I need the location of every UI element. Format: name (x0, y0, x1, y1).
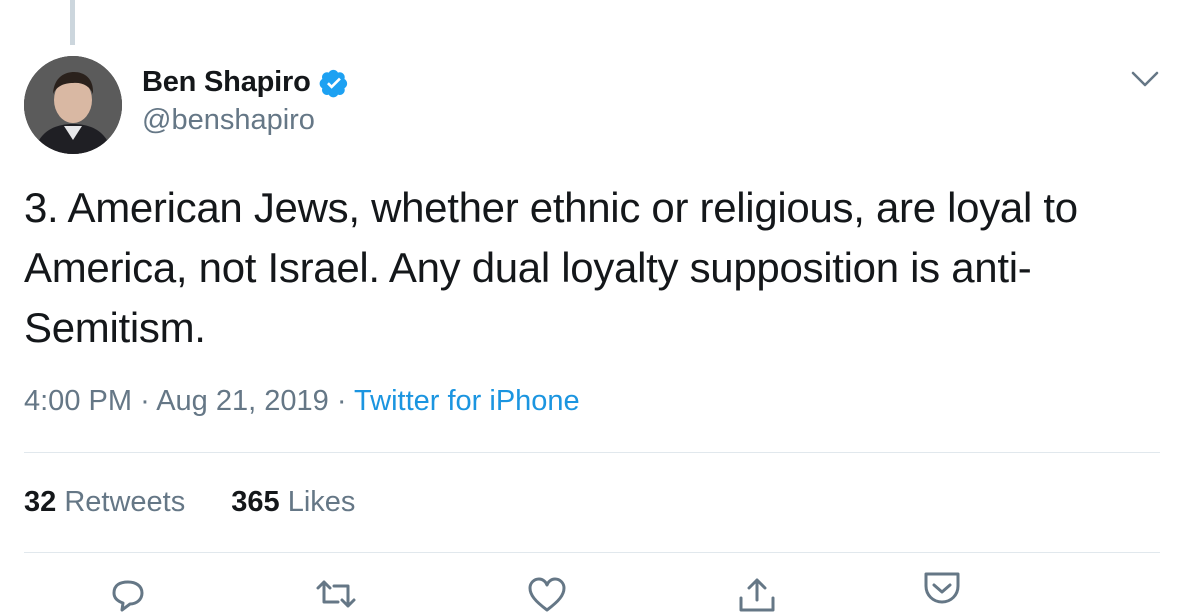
retweet-icon (316, 580, 356, 608)
retweets-count: 32 (24, 486, 57, 518)
avatar-image (24, 56, 122, 154)
save-button[interactable] (920, 566, 964, 610)
share-icon (739, 578, 775, 612)
tweet-metadata: 4:00 PM · Aug 21, 2019 · Twitter for iPh… (24, 385, 580, 418)
retweets-label: Retweets (64, 486, 186, 518)
save-icon (924, 572, 960, 604)
tweet-stats: 32 Retweets 365 Likes (24, 486, 355, 519)
likes-stat[interactable]: 365 Likes (231, 486, 355, 519)
thread-connector-line (70, 0, 75, 45)
tweet-date[interactable]: Aug 21, 2019 (156, 385, 329, 417)
reply-icon (112, 580, 144, 612)
author-display-name[interactable]: Ben Shapiro (142, 66, 311, 99)
author-handle[interactable]: @benshapiro (142, 104, 315, 137)
reply-button[interactable] (106, 572, 150, 616)
retweet-button[interactable] (314, 572, 358, 616)
likes-label: Likes (287, 486, 356, 518)
divider (24, 552, 1160, 553)
divider (24, 452, 1160, 453)
meta-separator: · (140, 385, 150, 417)
retweets-stat[interactable]: 32 Retweets (24, 486, 185, 519)
like-icon (528, 577, 566, 612)
likes-count: 365 (231, 486, 280, 518)
chevron-down-icon[interactable] (1128, 66, 1162, 92)
meta-separator: · (336, 385, 347, 417)
tweet-source-link[interactable]: Twitter for iPhone (354, 385, 580, 417)
avatar[interactable] (24, 56, 122, 154)
tweet-time[interactable]: 4:00 PM (24, 385, 132, 417)
share-button[interactable] (735, 572, 779, 616)
verified-badge-icon (319, 68, 349, 98)
like-button[interactable] (525, 572, 569, 616)
tweet-text: 3. American Jews, whether ethnic or reli… (24, 184, 1078, 351)
author-name-row[interactable]: Ben Shapiro (142, 66, 349, 99)
